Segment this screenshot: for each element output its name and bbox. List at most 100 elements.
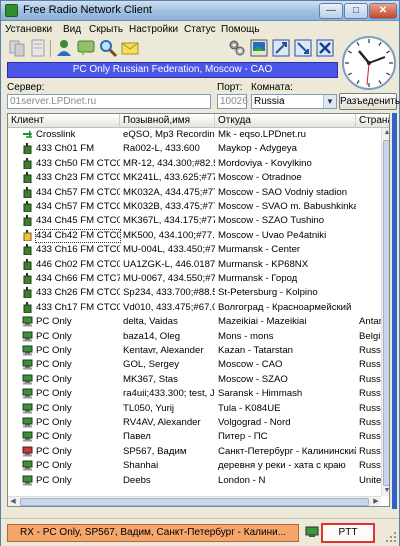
- ptt-button[interactable]: PTT: [321, 523, 375, 543]
- menu-view[interactable]: Вид: [63, 24, 81, 35]
- minimize-button[interactable]: —: [319, 3, 343, 19]
- table-row[interactable]: PC Only delta, Vaidas Mazeikiai - Mazeikia…: [8, 316, 381, 328]
- column-header-client[interactable]: Клиент: [8, 114, 120, 128]
- close-button[interactable]: ✕: [369, 3, 397, 19]
- radio-client-icon: [22, 287, 34, 299]
- location-cell: Moscow - Uvao Pe4atniki: [218, 229, 327, 241]
- mail-icon[interactable]: [120, 38, 140, 58]
- table-row[interactable]: 434 Ch66 FM CTC77MU-0067, 434.550;#77.0M…: [8, 273, 381, 285]
- port-field[interactable]: 10026: [217, 94, 248, 109]
- menu-help[interactable]: Помощь: [221, 24, 260, 35]
- radio-client-icon: [22, 229, 34, 242]
- table-row[interactable]: 434 Ch42 FM CTC03 MK500, 434.100;#77.0 Mos…: [8, 228, 381, 243]
- pc-client-icon: [22, 388, 34, 400]
- radio-client-icon: [22, 201, 34, 213]
- disconnect-button[interactable]: Разъеденить: [339, 93, 400, 110]
- location-cell: деревня у реки - хата с краю: [218, 460, 346, 472]
- table-row[interactable]: 433 Ch16 FM CTC04MU-004L, 433.450;#77.0M…: [8, 244, 381, 256]
- scroll-down-icon[interactable]: ▼: [382, 486, 389, 496]
- table-row[interactable]: PC Only TL050, Yurij Tula - K084UE Russia: [8, 403, 381, 415]
- scroll-right-icon[interactable]: ▶: [371, 497, 381, 506]
- column-header-callsign[interactable]: Позывной,имя: [120, 114, 215, 128]
- country-cell: [359, 201, 381, 213]
- table-row[interactable]: 434 Ch57 FM CTC04MK032A, 434.475;#77.0Mo…: [8, 186, 381, 199]
- table-row[interactable]: 446 Ch02 FM CTC04 UA1ZGK-L, 446.01875 Murm…: [8, 258, 381, 271]
- fullscreen-icon[interactable]: [293, 38, 313, 58]
- callsign-cell: MK500, 434.100;#77.0: [123, 229, 215, 241]
- settings-gears-icon[interactable]: [227, 38, 247, 58]
- table-row[interactable]: PC Only Deebs London - N United: [8, 475, 381, 487]
- table-row[interactable]: PC Only ra4uii;433.300; test, JanSaransk …: [8, 388, 381, 400]
- callsign-cell: MK032A, 434.475;#77.0: [123, 186, 215, 198]
- menu-settings[interactable]: Настройки: [129, 24, 178, 35]
- callsign-cell: delta, Vaidas: [123, 316, 178, 328]
- maximize-button[interactable]: □: [344, 3, 368, 19]
- app-icon: [5, 4, 18, 17]
- room-select[interactable]: Russia ▼: [251, 94, 337, 109]
- scroll-up-icon[interactable]: ▲: [382, 128, 389, 138]
- menu-bar: Установки Вид Скрыть Настройки Статус По…: [1, 22, 399, 38]
- level-meter-bar: [392, 113, 397, 509]
- disconnect-icon[interactable]: [28, 38, 48, 58]
- menu-hide[interactable]: Скрыть: [89, 24, 123, 35]
- table-row[interactable]: PC Only Павел Питер - ПС Russia: [8, 431, 381, 443]
- table-row[interactable]: PC Only Kentavr, Alexander Kazan - Tatarst…: [8, 345, 381, 357]
- resize-grip-icon[interactable]: [385, 531, 397, 543]
- close-x-icon[interactable]: [315, 38, 335, 58]
- country-cell: Russia: [359, 431, 381, 443]
- callsign-cell: ra4uii;433.300; test, Jan: [123, 388, 215, 400]
- client-cell: 434 Ch66 FM CTC77: [36, 273, 120, 284]
- table-row[interactable]: 434 Ch45 FM CTC04MK367L, 434.175;#77.0Mo…: [8, 215, 381, 227]
- table-row[interactable]: 434 Ch57 FM CTC04MK032B, 433.475;#77.0Mo…: [8, 201, 381, 213]
- horizontal-scrollbar[interactable]: ◀ ▶: [8, 496, 381, 506]
- radio-client-icon: [22, 273, 34, 285]
- table-row[interactable]: PC Only SP567, Вадим Санкт-Петербург - Кал…: [8, 446, 381, 458]
- table-row[interactable]: PC Only Shanhai деревня у реки - хата с кр…: [8, 460, 381, 472]
- vertical-scroll-thumb[interactable]: [383, 140, 389, 486]
- monitor-icon[interactable]: [249, 38, 269, 58]
- country-cell: Russia: [359, 388, 381, 400]
- column-header-from[interactable]: Откуда: [215, 114, 356, 128]
- chat-icon[interactable]: [76, 38, 96, 58]
- country-cell: [359, 172, 381, 184]
- location-cell: Volgograd - Nord: [218, 417, 291, 428]
- vertical-scrollbar[interactable]: ▲ ▼: [381, 128, 389, 496]
- client-cell: PC Only: [36, 431, 72, 443]
- table-row[interactable]: 433 Ch17 FM CTC01 Vd010, 433.475;#67.0 Вол…: [8, 301, 381, 314]
- table-row[interactable]: 433 Ch26 FM CTC08 Sp234, 433.700;#88.5 St-…: [8, 287, 381, 299]
- callsign-cell: MR-12, 434.300;#82.5: [123, 157, 215, 169]
- server-field[interactable]: 01server.LPDnet.ru: [7, 94, 211, 109]
- country-cell: Russia: [359, 402, 381, 414]
- location-cell: London - N: [218, 474, 266, 486]
- callsign-cell: MK367L, 434.175;#77.0: [123, 215, 215, 227]
- resize-icon[interactable]: [271, 38, 291, 58]
- table-row[interactable]: Crosslink eQSO, Mp3 Recording Mk - eqso.LP…: [8, 129, 381, 141]
- pc-client-icon: [22, 446, 34, 458]
- scroll-left-icon[interactable]: ◀: [8, 497, 18, 506]
- table-row[interactable]: PC Only RV4AV, Alexander Volgograd - Nord R…: [8, 417, 381, 429]
- radio-client-icon: [22, 157, 34, 170]
- callsign-cell: SP567, Вадим: [123, 445, 187, 457]
- table-row[interactable]: PC Only GOL, Sergey Moscow - CAO Russia: [8, 359, 381, 371]
- status-bar: RX - PC Only, SP567, Вадим, Санкт-Петерб…: [1, 518, 399, 546]
- menu-status[interactable]: Статус: [184, 24, 216, 35]
- chevron-down-icon[interactable]: ▼: [323, 95, 336, 108]
- client-cell: 433 Ch01 FM: [36, 143, 95, 155]
- table-row[interactable]: 433 Ch01 FM Ra002-L, 433.600 Maykop - Adyg…: [8, 143, 381, 155]
- connect-icon[interactable]: [7, 38, 27, 58]
- client-cell: 446 Ch02 FM CTC04: [36, 258, 120, 270]
- search-icon[interactable]: [98, 38, 118, 58]
- pc-client-icon: [22, 331, 34, 343]
- toolbar-separator: [50, 40, 51, 57]
- table-row[interactable]: PC Only baza14, Oleg Mons - mons Belgiur: [8, 331, 381, 343]
- horizontal-scroll-thumb[interactable]: [20, 498, 369, 506]
- menu-setup[interactable]: Установки: [5, 24, 52, 35]
- location-cell: Волгоград - Красноармейский: [218, 301, 352, 313]
- table-row[interactable]: 433 Ch50 FM CTC06 MR-12, 434.300;#82.5 Mor…: [8, 157, 381, 170]
- table-row[interactable]: PC Only MK367, Stas Moscow - SZAO Russia: [8, 374, 381, 386]
- table-row[interactable]: 433 Ch23 FM CTC04MK241L, 433.625;#77.0Mo…: [8, 172, 381, 184]
- callsign-cell: Kentavr, Alexander: [123, 345, 204, 356]
- column-header-country[interactable]: Страна: [356, 114, 389, 128]
- user-icon[interactable]: [54, 38, 74, 58]
- pc-client-icon: [22, 431, 34, 443]
